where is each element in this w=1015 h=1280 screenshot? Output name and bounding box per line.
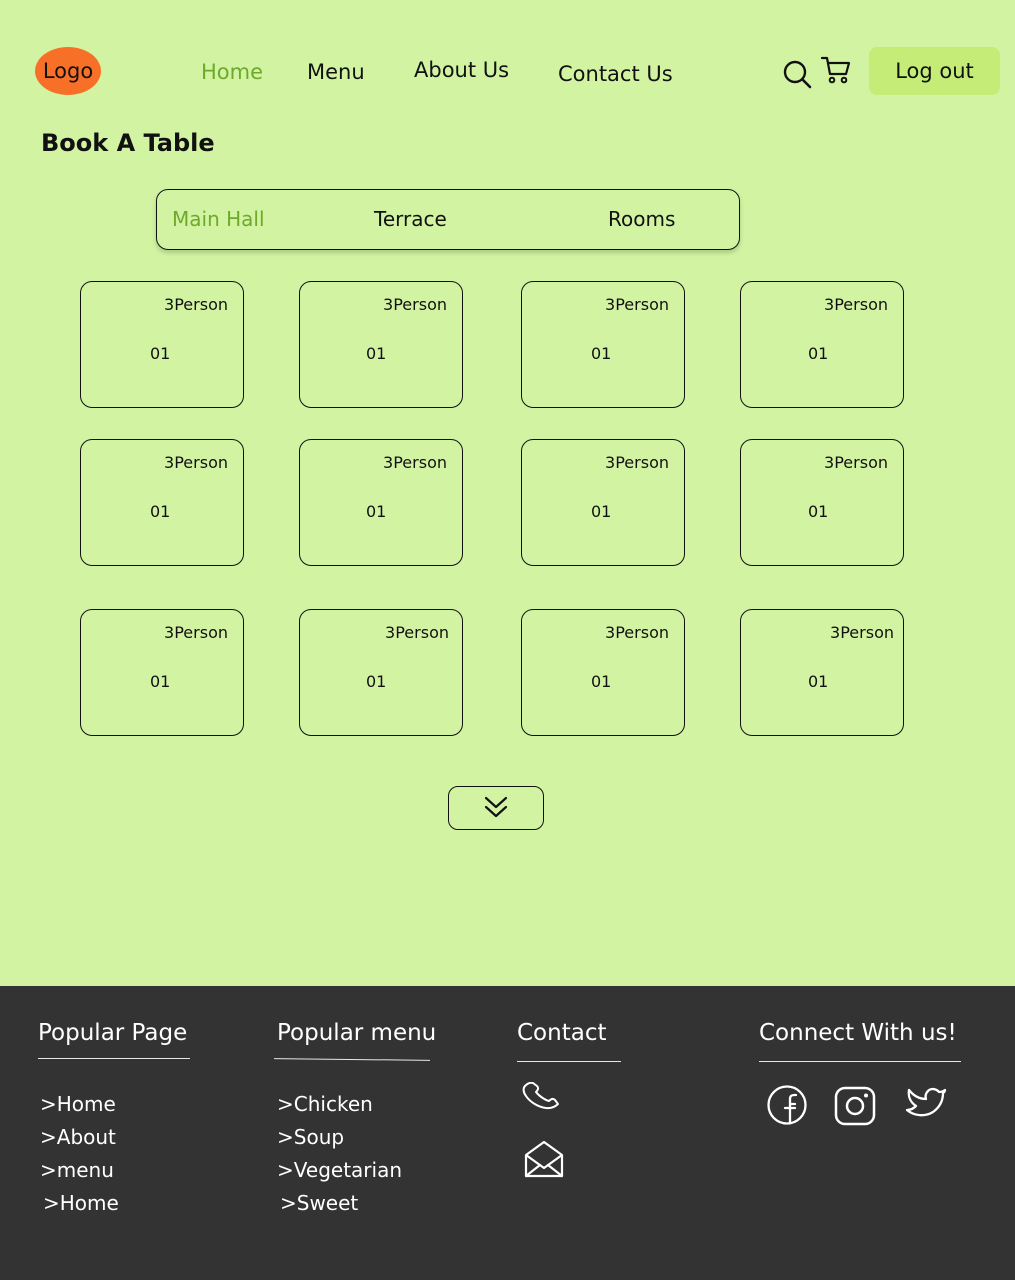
table-number: 01 bbox=[366, 672, 387, 691]
table-number: 01 bbox=[808, 502, 829, 521]
table-number: 01 bbox=[808, 672, 829, 691]
footer-divider bbox=[759, 1061, 961, 1062]
table-capacity: 3Person bbox=[824, 295, 888, 314]
table-capacity: 3Person bbox=[164, 453, 228, 472]
table-card[interactable]: 3Person 01 bbox=[740, 439, 904, 566]
table-card[interactable]: 3Person 01 bbox=[299, 439, 463, 566]
facebook-icon[interactable] bbox=[766, 1084, 808, 1126]
table-card[interactable]: 3Person 01 bbox=[80, 281, 244, 408]
table-number: 01 bbox=[150, 344, 171, 363]
table-capacity: 3Person bbox=[830, 623, 894, 642]
logo[interactable]: Logo bbox=[35, 47, 101, 95]
table-number: 01 bbox=[591, 344, 612, 363]
table-capacity: 3Person bbox=[383, 295, 447, 314]
footer-popular-menu-title: Popular menu bbox=[277, 1020, 437, 1046]
nav-home[interactable]: Home bbox=[201, 60, 263, 84]
table-number: 01 bbox=[591, 502, 612, 521]
table-number: 01 bbox=[150, 502, 171, 521]
footer-link[interactable]: >About bbox=[40, 1125, 116, 1149]
table-card[interactable]: 3Person 01 bbox=[299, 609, 463, 736]
nav-menu[interactable]: Menu bbox=[307, 60, 365, 84]
cart-icon[interactable] bbox=[820, 54, 852, 86]
search-icon[interactable] bbox=[781, 58, 813, 90]
table-card[interactable]: 3Person 01 bbox=[740, 281, 904, 408]
table-card[interactable]: 3Person 01 bbox=[521, 281, 685, 408]
footer-link[interactable]: >Home bbox=[40, 1092, 116, 1116]
mail-icon[interactable] bbox=[523, 1139, 565, 1179]
table-capacity: 3Person bbox=[824, 453, 888, 472]
nav-contact-us[interactable]: Contact Us bbox=[558, 62, 673, 86]
footer-link[interactable]: >Vegetarian bbox=[277, 1158, 402, 1182]
footer-connect-title: Connect With us! bbox=[759, 1020, 957, 1046]
table-number: 01 bbox=[808, 344, 829, 363]
footer-divider bbox=[38, 1058, 190, 1059]
table-capacity: 3Person bbox=[164, 295, 228, 314]
tab-terrace[interactable]: Terrace bbox=[374, 207, 447, 231]
logout-label: Log out bbox=[895, 59, 974, 83]
tab-rooms[interactable]: Rooms bbox=[608, 207, 675, 231]
table-number: 01 bbox=[150, 672, 171, 691]
table-capacity: 3Person bbox=[605, 295, 669, 314]
table-card[interactable]: 3Person 01 bbox=[740, 609, 904, 736]
logout-button[interactable]: Log out bbox=[869, 47, 1000, 95]
table-number: 01 bbox=[366, 502, 387, 521]
table-capacity: 3Person bbox=[385, 623, 449, 642]
nav-about-us[interactable]: About Us bbox=[414, 58, 509, 82]
twitter-icon[interactable] bbox=[905, 1083, 949, 1125]
footer-link[interactable]: >Home bbox=[43, 1191, 119, 1215]
table-card[interactable]: 3Person 01 bbox=[521, 439, 685, 566]
chevron-double-down-icon bbox=[484, 796, 508, 818]
footer-divider bbox=[517, 1061, 621, 1062]
footer-link[interactable]: >menu bbox=[40, 1158, 114, 1182]
table-capacity: 3Person bbox=[164, 623, 228, 642]
footer: Popular Page >Home >About >menu >Home Po… bbox=[0, 986, 1015, 1280]
table-card[interactable]: 3Person 01 bbox=[80, 609, 244, 736]
footer-popular-page-title: Popular Page bbox=[38, 1020, 188, 1046]
tab-main-hall[interactable]: Main Hall bbox=[172, 207, 265, 231]
page-title: Book A Table bbox=[41, 129, 215, 157]
table-capacity: 3Person bbox=[383, 453, 447, 472]
instagram-icon[interactable] bbox=[833, 1085, 877, 1127]
table-capacity: 3Person bbox=[605, 623, 669, 642]
load-more-button[interactable] bbox=[448, 786, 544, 830]
table-number: 01 bbox=[366, 344, 387, 363]
phone-icon[interactable] bbox=[520, 1082, 564, 1114]
table-capacity: 3Person bbox=[605, 453, 669, 472]
logo-text: Logo bbox=[42, 59, 94, 83]
footer-link[interactable]: >Chicken bbox=[277, 1092, 373, 1116]
footer-link[interactable]: >Soup bbox=[277, 1125, 344, 1149]
table-card[interactable]: 3Person 01 bbox=[521, 609, 685, 736]
table-card[interactable]: 3Person 01 bbox=[80, 439, 244, 566]
footer-contact-title: Contact bbox=[517, 1020, 607, 1046]
table-card[interactable]: 3Person 01 bbox=[299, 281, 463, 408]
footer-link[interactable]: >Sweet bbox=[280, 1191, 358, 1215]
table-number: 01 bbox=[591, 672, 612, 691]
footer-divider bbox=[273, 1058, 431, 1061]
